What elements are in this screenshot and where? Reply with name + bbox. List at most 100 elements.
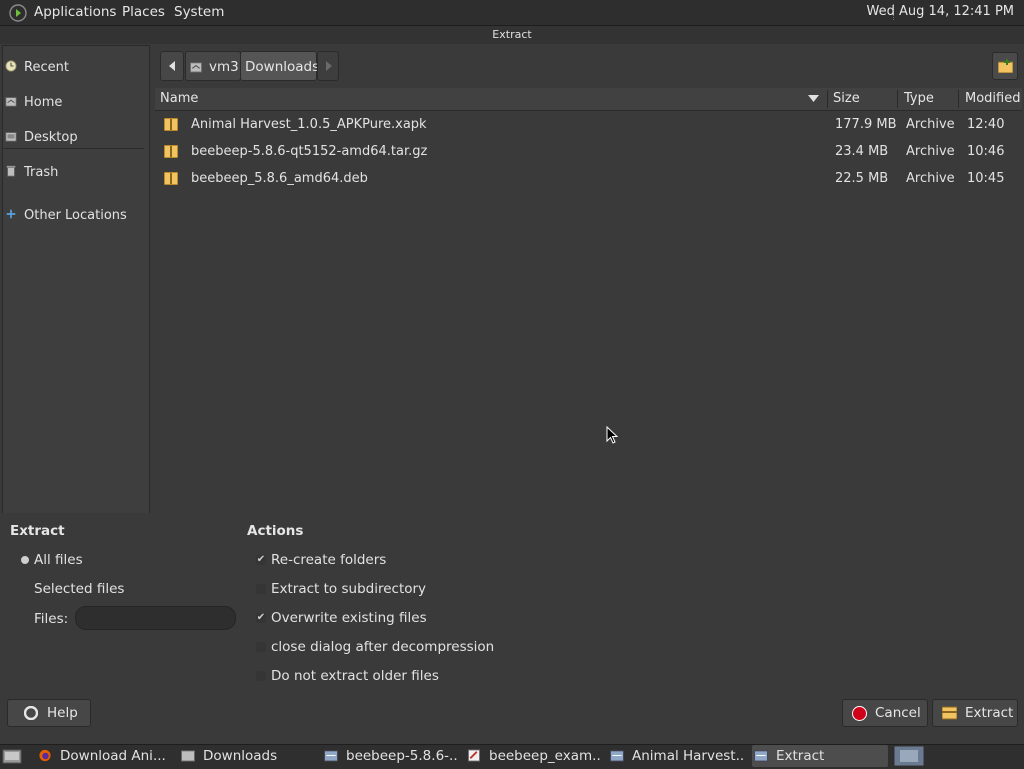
sort-descending-icon[interactable] (808, 95, 819, 102)
window-title: Extract (0, 26, 1024, 44)
taskbar-item-firefox[interactable]: Download Ani... (38, 745, 173, 767)
file-modified: 12:40 (967, 117, 1005, 132)
file-size: 22.5 MB (835, 171, 889, 186)
path-segment-label: vm3 (209, 59, 239, 75)
overwrite-files-label[interactable]: Overwrite existing files (271, 610, 427, 626)
sidebar-item-recent[interactable]: Recent (4, 55, 144, 81)
folder-icon (181, 750, 195, 762)
gnome-foot-icon[interactable] (9, 4, 27, 22)
taskbar-item-label: beebeep_exam... (489, 748, 602, 764)
help-button-label: Help (47, 705, 78, 721)
all-files-radio[interactable] (21, 556, 29, 564)
firefox-icon (39, 749, 51, 762)
extract-button-label: Extract (965, 705, 1014, 721)
column-header-size[interactable]: Size (833, 91, 860, 106)
close-dialog-checkbox[interactable] (256, 642, 266, 652)
file-name: Animal Harvest_1.0.5_APKPure.xapk (191, 117, 427, 132)
file-name: beebeep-5.8.6-qt5152-amd64.tar.gz (191, 144, 428, 159)
taskbar-item-downloads[interactable]: Downloads (181, 745, 316, 767)
sidebar-item-label: Desktop (24, 130, 78, 145)
archive-file-icon (164, 145, 178, 158)
file-size: 177.9 MB (835, 117, 897, 132)
column-header-modified[interactable]: Modified (965, 91, 1020, 106)
taskbar-item-label: Downloads (203, 748, 278, 764)
help-icon (24, 706, 38, 720)
selected-files-label[interactable]: Selected files (34, 581, 124, 597)
archive-manager-icon (324, 750, 338, 762)
text-editor-icon (467, 749, 481, 762)
sidebar-item-label: Home (24, 95, 63, 110)
sidebar-item-other-locations[interactable]: Other Locations (4, 203, 144, 229)
close-dialog-label[interactable]: close dialog after decompression (271, 639, 494, 655)
all-files-label[interactable]: All files (34, 552, 83, 568)
extract-subdirectory-label[interactable]: Extract to subdirectory (271, 581, 426, 597)
taskbar-item-label: Download Ani... (60, 748, 166, 764)
path-segment-label: Downloads (245, 59, 320, 75)
chevron-right-icon (326, 61, 332, 71)
path-back-button[interactable] (160, 51, 184, 81)
file-name: beebeep_5.8.6_amd64.deb (191, 171, 368, 186)
sidebar-divider (4, 148, 144, 149)
table-row[interactable]: beebeep-5.8.6-qt5152-amd64.tar.gz 23.4 M… (155, 138, 1022, 165)
new-folder-icon (998, 59, 1013, 73)
extract-section-title: Extract (10, 523, 65, 539)
column-header-type[interactable]: Type (904, 91, 934, 106)
extract-subdirectory-checkbox[interactable] (256, 584, 266, 594)
sidebar-item-home[interactable]: Home (4, 90, 144, 116)
help-button[interactable]: Help (7, 699, 91, 727)
overwrite-files-checkbox[interactable]: ✔ (256, 613, 266, 623)
column-separator (897, 90, 898, 108)
selected-files-radio[interactable] (21, 585, 29, 593)
file-modified: 10:45 (967, 171, 1005, 186)
home-icon (189, 62, 203, 73)
path-segment-downloads[interactable]: Downloads (240, 51, 320, 81)
files-pattern-input[interactable] (75, 606, 236, 630)
sidebar-item-label: Other Locations (24, 208, 127, 223)
show-desktop-icon[interactable] (2, 748, 22, 764)
taskbar-item-label: Extract (776, 748, 825, 764)
table-row[interactable]: beebeep_5.8.6_amd64.deb 22.5 MB Archive … (155, 165, 1022, 192)
recreate-folders-checkbox[interactable]: ✔ (256, 555, 266, 565)
file-type: Archive (906, 117, 955, 132)
sidebar-item-trash[interactable]: Trash (4, 160, 144, 186)
applications-menu[interactable]: Applications (34, 4, 116, 20)
no-older-files-label[interactable]: Do not extract older files (271, 668, 439, 684)
files-pattern-radio[interactable] (21, 615, 29, 623)
recreate-folders-label[interactable]: Re-create folders (271, 552, 386, 568)
cancel-button[interactable]: Cancel (842, 699, 928, 727)
taskbar-item-animal-harvest[interactable]: Animal Harvest... (610, 745, 745, 767)
extract-archive-icon (942, 706, 957, 720)
archive-file-icon (164, 172, 178, 185)
no-older-files-checkbox[interactable] (256, 671, 266, 681)
table-row[interactable]: Animal Harvest_1.0.5_APKPure.xapk 177.9 … (155, 111, 1022, 138)
mouse-pointer-icon (606, 426, 618, 444)
files-label[interactable]: Files: (34, 611, 68, 627)
column-separator (958, 90, 959, 108)
system-menu[interactable]: System (174, 4, 224, 20)
file-type: Archive (906, 144, 955, 159)
sidebar-item-label: Recent (24, 60, 69, 75)
taskbar-item-beebeep-text[interactable]: beebeep_exam... (467, 745, 602, 767)
archive-file-icon (164, 118, 178, 131)
taskbar-item-beebeep-archive[interactable]: beebeep-5.8.6-... (324, 745, 459, 767)
column-header-name[interactable]: Name (160, 91, 198, 106)
file-type: Archive (906, 171, 955, 186)
create-folder-button[interactable] (992, 52, 1018, 80)
cancel-icon (852, 706, 867, 721)
cancel-button-label: Cancel (875, 705, 921, 721)
path-forward-button[interactable] (317, 51, 339, 81)
chevron-left-icon (169, 61, 175, 71)
clock[interactable]: Wed Aug 14, 12:41 PM (867, 4, 1014, 19)
file-list-header (155, 88, 1022, 111)
home-icon (5, 97, 17, 107)
path-segment-vm3[interactable]: vm3 (185, 51, 241, 81)
extract-button[interactable]: Extract (932, 699, 1018, 727)
file-size: 23.4 MB (835, 144, 889, 159)
workspace-switcher-icon[interactable] (894, 746, 924, 766)
plus-icon (6, 209, 16, 219)
taskbar-item-extract[interactable]: Extract (752, 745, 888, 767)
actions-section-title: Actions (247, 523, 304, 539)
places-menu[interactable]: Places (122, 4, 165, 20)
archive-manager-icon (610, 750, 624, 762)
taskbar-item-label: beebeep-5.8.6-... (346, 748, 459, 764)
